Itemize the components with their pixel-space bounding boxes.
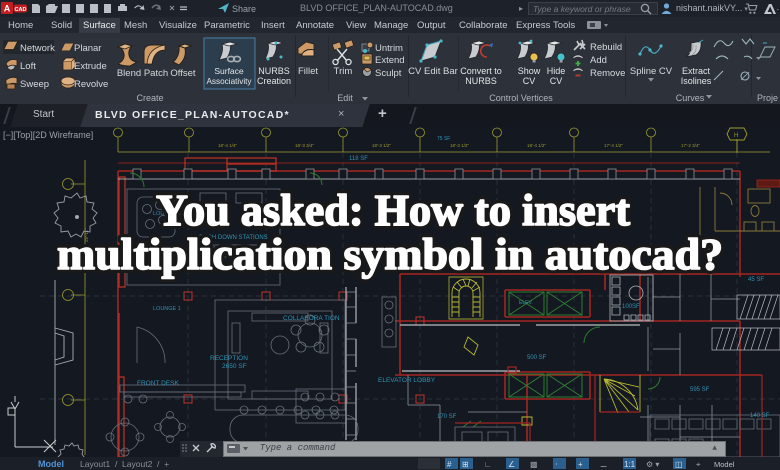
svg-text:LOUNGE 1: LOUNGE 1 — [153, 306, 181, 312]
svg-text:⋅: ⋅ — [555, 460, 558, 469]
svg-text:18'-4 1/2": 18'-4 1/2" — [527, 143, 546, 148]
svg-text:Offset: Offset — [170, 68, 196, 79]
svg-text:18'-3 1/2": 18'-3 1/2" — [450, 143, 469, 148]
svg-text:Show: Show — [518, 66, 541, 76]
svg-text:595 SF: 595 SF — [690, 387, 710, 393]
svg-text:[−][Top][2D Wireframe]: [−][Top][2D Wireframe] — [3, 130, 93, 140]
svg-text:NURBS: NURBS — [258, 66, 290, 76]
svg-text:FRONT DESK: FRONT DESK — [137, 380, 179, 387]
svg-text:H: H — [734, 133, 738, 139]
svg-text:Trim: Trim — [334, 66, 353, 77]
svg-text:Blend: Blend — [117, 68, 141, 79]
svg-text:18'-3 3/4": 18'-3 3/4" — [295, 143, 314, 148]
svg-text:100SF: 100SF — [622, 304, 640, 310]
svg-text:▩: ▩ — [530, 460, 538, 469]
svg-text:CV: CV — [523, 76, 536, 86]
svg-text:Curves: Curves — [676, 93, 705, 103]
svg-text:COLLABORA TION: COLLABORA TION — [283, 315, 340, 322]
svg-text:Planar: Planar — [74, 43, 101, 54]
svg-text:17'-2 3/4": 17'-2 3/4" — [681, 143, 700, 148]
svg-text:Patch: Patch — [144, 68, 168, 79]
svg-text:Convert to: Convert to — [460, 66, 502, 76]
svg-text:ELEVATOR LOBBY: ELEVATOR LOBBY — [378, 377, 436, 384]
svg-text:∠: ∠ — [508, 460, 515, 469]
svg-text:Surface: Surface — [214, 66, 244, 76]
svg-text:Edit: Edit — [337, 93, 353, 103]
svg-text:Rebuild: Rebuild — [590, 42, 622, 53]
svg-text:18'-3 1/2": 18'-3 1/2" — [372, 143, 391, 148]
svg-text:⌖: ⌖ — [696, 460, 701, 469]
svg-text:Spline CV: Spline CV — [630, 66, 673, 77]
svg-text:⚙ ▾: ⚙ ▾ — [646, 460, 659, 469]
svg-text:ELEV.: ELEV. — [519, 300, 533, 306]
svg-text:Model: Model — [714, 460, 735, 469]
svg-text:Extract: Extract — [682, 66, 711, 76]
svg-text:Proje: Proje — [757, 93, 778, 103]
svg-text:⊞: ⊞ — [462, 460, 469, 469]
svg-text:#: # — [447, 460, 452, 469]
svg-text:Hide: Hide — [547, 66, 566, 76]
svg-text:Control Vertices: Control Vertices — [489, 93, 553, 103]
svg-text:140 SF: 140 SF — [750, 413, 770, 419]
svg-text:Revolve: Revolve — [74, 79, 108, 90]
svg-text:Untrim: Untrim — [375, 43, 403, 54]
svg-text:Fillet: Fillet — [298, 66, 318, 77]
svg-text:Extend: Extend — [375, 55, 405, 66]
svg-text:multiplication symbol in autoc: multiplication symbol in autocad? — [57, 230, 723, 279]
svg-text:Associativity: Associativity — [206, 77, 252, 86]
svg-text:Network: Network — [20, 43, 55, 54]
svg-text:Loft: Loft — [20, 61, 36, 72]
svg-text:Extrude: Extrude — [74, 61, 107, 72]
svg-text:CV Edit Bar: CV Edit Bar — [408, 66, 458, 77]
svg-text:Create: Create — [136, 93, 163, 103]
svg-text:You asked: How to insert: You asked: How to insert — [156, 186, 630, 235]
svg-text:CAD: CAD — [15, 7, 27, 13]
svg-text:Sweep: Sweep — [20, 79, 49, 90]
svg-text:2650 SF: 2650 SF — [222, 363, 247, 370]
svg-text:CV: CV — [550, 76, 563, 86]
svg-text:500 SF: 500 SF — [527, 355, 547, 361]
svg-text:A: A — [4, 4, 11, 14]
svg-text:∟: ∟ — [484, 460, 492, 469]
svg-text:1:1: 1:1 — [624, 460, 636, 469]
svg-text:Add: Add — [590, 55, 607, 66]
svg-text:170 SF: 170 SF — [437, 414, 457, 420]
svg-text:⚊: ⚊ — [600, 460, 607, 469]
svg-text:18'-4 1/4": 18'-4 1/4" — [218, 143, 237, 148]
svg-text:17'-4 1/2": 17'-4 1/2" — [604, 143, 623, 148]
svg-text:Remove: Remove — [590, 68, 625, 79]
svg-text:NURBS: NURBS — [465, 76, 497, 86]
svg-text:RECEPTION: RECEPTION — [210, 355, 248, 362]
svg-text:+: + — [578, 460, 583, 469]
svg-text:◫: ◫ — [675, 460, 683, 469]
svg-text:Sculpt: Sculpt — [375, 68, 402, 79]
svg-text:75 SF: 75 SF — [437, 136, 450, 142]
svg-text:Creation: Creation — [257, 76, 291, 86]
svg-text:Isolines: Isolines — [681, 76, 712, 86]
